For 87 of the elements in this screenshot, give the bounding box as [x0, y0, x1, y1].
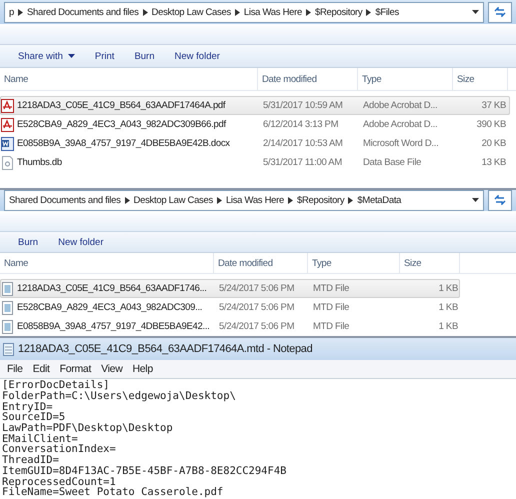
toolbar-button[interactable]: New folder: [50, 234, 112, 250]
text-editor[interactable]: [ErrorDocDetails] FolderPath=C:\Users\edgewoja\Desktop\ EntryID= SourceID=5 LawPath=PDF\Desktop\Desktop EMailClient= ConversationIndex= ThreadID= ItemGUID=8D4F13AC-7B5E-45BF-A7B8-8E82CC294F4B ReprocessedCount=1 FileName=Sweet Potato Casserole.pdf: [0, 379, 516, 499]
chevron-icon: [348, 196, 354, 204]
column-header[interactable]: Date modified: [214, 253, 308, 274]
toolbar-button[interactable]: New folder: [166, 48, 228, 64]
size-cell-text: 1 KB: [438, 302, 459, 314]
column-header[interactable]: Size: [453, 68, 508, 90]
column-header[interactable]: Name: [0, 68, 258, 90]
refresh-icon: [494, 195, 506, 206]
column-header[interactable]: Size: [400, 253, 460, 274]
menu-item[interactable]: Format: [56, 363, 96, 376]
breadcrumb-item[interactable]: Shared Documents and files: [9, 194, 121, 206]
window-title: 1218ADA3_C05E_41C9_B564_63AADF17464A.mtd - Notepad: [18, 343, 312, 356]
chevron-icon: [366, 8, 372, 16]
date-cell-text: 5/24/2017 5:06 PM: [218, 283, 296, 294]
size-cell-text: 390 KB: [476, 119, 507, 130]
size-cell-text: 1 KB: [438, 283, 459, 294]
breadcrumb-item[interactable]: Shared Documents and files: [26, 6, 139, 18]
date-cell-text: 5/24/2017 5:06 PM: [218, 321, 296, 332]
breadcrumb-item[interactable]: p: [9, 6, 14, 18]
type-cell-text: MTD File: [312, 302, 350, 314]
file-name: Thumbs.db: [17, 157, 62, 168]
menu-item[interactable]: Help: [128, 363, 157, 376]
file-row[interactable]: 1218ADA3_C05E_41C9_B564_63AADF1746... 5/24/2017 5:06 PM MTD File 1 KB: [0, 279, 460, 298]
date-cell-text: 6/12/2014 3:13 PM: [262, 119, 340, 130]
toolbar-button[interactable]: Burn: [10, 234, 46, 250]
column-header[interactable]: Type: [308, 253, 400, 274]
address-bar[interactable]: Shared Documents and files Desktop Law Cases Lisa Was Here $Repository $MetaData: [4, 190, 484, 211]
dropdown-arrow-icon[interactable]: [472, 10, 479, 14]
breadcrumb-item[interactable]: $Repository: [296, 194, 344, 206]
type-cell-text: Adobe Acrobat D...: [362, 100, 438, 111]
chevron-icon: [216, 196, 222, 204]
type-cell-text: MTD File: [312, 283, 350, 294]
toolbar-button[interactable]: Print: [86, 48, 122, 64]
size-cell-text: 1 KB: [438, 321, 459, 332]
file-row[interactable]: 1218ADA3_C05E_41C9_B564_63AADF17464A.pdf 5/31/2017 10:59 AM Adobe Acrobat D... 37 KB: [0, 96, 510, 115]
chevron-icon: [18, 8, 23, 16]
menu-item[interactable]: View: [97, 363, 126, 376]
toolbar-button[interactable]: Share with: [10, 48, 83, 64]
chevron-icon: [288, 196, 293, 204]
notepad-icon: [3, 342, 14, 356]
file-row[interactable]: E528CBA9_A829_4EC3_A043_982ADC309... 5/24/2017 5:06 PM MTD File 1 KB: [0, 298, 460, 318]
file-name: E0858B9A_39A8_4757_9197_4DBE5BA9E42...: [17, 321, 210, 332]
breadcrumb-item[interactable]: Lisa Was Here: [226, 194, 284, 206]
size-cell-text: 20 KB: [480, 138, 507, 149]
file-row[interactable]: E0858B9A_39A8_4757_9197_4DBE5BA9E42... 5/24/2017 5:06 PM MTD File 1 KB: [0, 317, 460, 336]
chevron-icon: [306, 8, 311, 16]
file-name: 1218ADA3_C05E_41C9_B564_63AADF17464A.pdf: [17, 100, 226, 111]
chevron-icon: [142, 8, 148, 16]
pdf-file-icon: [1, 98, 14, 112]
date-cell-text: 5/31/2017 11:00 AM: [262, 157, 343, 168]
column-header[interactable]: Name: [0, 253, 214, 274]
toolbar-button[interactable]: Burn: [126, 48, 163, 64]
refresh-icon: [494, 7, 506, 17]
breadcrumb-item[interactable]: Desktop Law Cases: [152, 6, 231, 18]
menu-item[interactable]: Edit: [28, 363, 54, 376]
breadcrumb-item[interactable]: $Files: [375, 6, 399, 18]
breadcrumb-item[interactable]: Lisa Was Here: [244, 6, 302, 18]
size-cell-text: 37 KB: [480, 100, 507, 111]
column-header[interactable]: Date modified: [258, 68, 358, 90]
menu-item[interactable]: File: [3, 363, 27, 376]
file-name: 1218ADA3_C05E_41C9_B564_63AADF1746...: [17, 283, 207, 294]
refresh-button[interactable]: [488, 190, 512, 211]
breadcrumb-item[interactable]: $MetaData: [357, 194, 402, 206]
breadcrumb-item[interactable]: $Repository: [314, 6, 362, 18]
type-cell-text: MTD File: [312, 321, 350, 332]
dropdown-arrow-icon[interactable]: [472, 198, 479, 202]
chevron-icon: [234, 8, 240, 16]
type-cell-text: Microsoft Word D...: [362, 138, 440, 149]
date-cell-text: 2/14/2017 10:53 AM: [262, 138, 344, 149]
column-header[interactable]: Type: [358, 68, 453, 90]
refresh-button[interactable]: [488, 2, 512, 22]
date-cell-text: 5/24/2017 5:06 PM: [218, 302, 296, 314]
file-row[interactable]: E0858B9A_39A8_4757_9197_4DBE5BA9E42B.docx 2/14/2017 10:53 AM Microsoft Word D... 20 KB: [0, 134, 510, 153]
file-name: E528CBA9_A829_4EC3_A043_982ADC309...: [17, 302, 202, 314]
address-bar[interactable]: p Shared Documents and files Desktop Law Cases Lisa Was Here $Repository $Files: [4, 2, 484, 22]
size-cell-text: 13 KB: [480, 157, 507, 168]
file-row[interactable]: E528CBA9_A829_4EC3_A043_982ADC309B66.pdf 6/12/2014 3:13 PM Adobe Acrobat D... 390 KB: [0, 115, 510, 134]
type-cell-text: Data Base File: [362, 157, 422, 168]
date-cell-text: 5/31/2017 10:59 AM: [262, 100, 344, 111]
chevron-icon: [124, 196, 130, 204]
type-cell-text: Adobe Acrobat D...: [362, 119, 438, 130]
file-row[interactable]: Thumbs.db 5/31/2017 11:00 AM Data Base File 13 KB: [0, 153, 510, 172]
file-name: E0858B9A_39A8_4757_9197_4DBE5BA9E42B.docx: [17, 138, 230, 149]
file-name: E528CBA9_A829_4EC3_A043_982ADC309B66.pdf: [17, 119, 226, 130]
document-icon: [1, 282, 14, 296]
breadcrumb-item[interactable]: Desktop Law Cases: [134, 194, 213, 206]
